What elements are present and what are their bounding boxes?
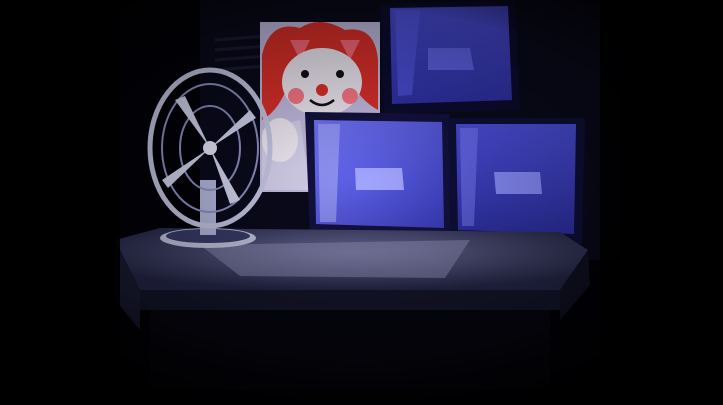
office-scene (0, 0, 723, 405)
